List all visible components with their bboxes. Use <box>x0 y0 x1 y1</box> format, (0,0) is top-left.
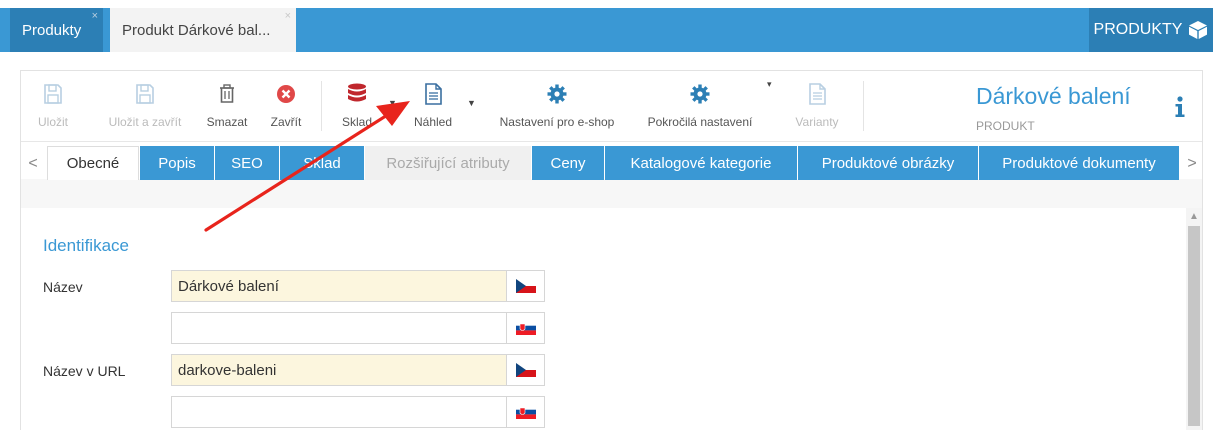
eshop-settings-label: Nastavení pro e-shop <box>499 115 615 129</box>
advanced-settings-label: Pokročilá nastavení <box>647 115 753 129</box>
tab-rozsirujici-atributy[interactable]: Rozšiřující atributy <box>365 146 531 180</box>
top-tab-label: Produkty <box>22 21 82 39</box>
slovak-flag-button[interactable] <box>507 312 545 344</box>
czech-flag-icon <box>515 279 536 293</box>
vertical-scrollbar[interactable]: ▲ <box>1186 208 1202 430</box>
slovak-flag-button[interactable] <box>507 396 545 428</box>
top-tab-bar: Produkty × Produkt Dárkové bal... × PROD… <box>0 8 1213 52</box>
module-title-label: PRODUKTY <box>1093 21 1183 38</box>
trash-icon <box>220 84 234 103</box>
close-circle-icon <box>277 85 295 103</box>
tabs-next-arrow[interactable]: > <box>1182 148 1202 180</box>
top-tab-product-detail[interactable]: Produkt Dárkové bal... × <box>110 8 296 52</box>
top-tab-produkty[interactable]: Produkty × <box>10 8 103 52</box>
save-button[interactable]: Uložit <box>35 79 71 137</box>
product-title: Dárkové balení <box>976 83 1131 109</box>
name-input-cz[interactable] <box>171 270 507 302</box>
form-area: Identifikace Název Název v URL <box>21 208 1202 430</box>
gear-icon <box>690 84 710 104</box>
stock-button[interactable]: Sklad <box>337 79 377 137</box>
name-input-sk[interactable] <box>171 312 507 344</box>
chevron-up-icon[interactable]: ▲ <box>1186 208 1202 224</box>
url-input-cz[interactable] <box>171 354 507 386</box>
close-label: Zavřít <box>270 115 302 129</box>
preview-button[interactable]: Náhled <box>409 79 457 137</box>
document-icon <box>809 83 826 105</box>
tab-produktove-dokumenty[interactable]: Produktové dokumenty <box>979 146 1179 180</box>
floppy-icon <box>136 84 154 104</box>
floppy-icon <box>44 84 62 104</box>
slovak-flag-icon <box>515 405 536 419</box>
module-title: PRODUKTY <box>1089 8 1213 52</box>
scrollbar-thumb[interactable] <box>1188 226 1200 426</box>
eshop-settings-button[interactable]: Nastavení pro e-shop <box>491 79 623 137</box>
variants-label: Varianty <box>795 115 839 129</box>
gear-icon <box>547 84 567 104</box>
preview-label: Náhled <box>413 115 453 129</box>
tabs-prev-arrow[interactable]: < <box>23 148 43 180</box>
tab-produktove-obrazky[interactable]: Produktové obrázky <box>798 146 978 180</box>
chevron-down-icon[interactable]: ▼ <box>467 98 476 108</box>
top-tab-label: Produkt Dárkové bal... <box>122 21 271 39</box>
chevron-down-icon[interactable]: ▾ <box>767 79 772 90</box>
advanced-settings-button[interactable]: Pokročilá nastavení <box>639 79 761 137</box>
save-close-label: Uložit a zavřít <box>108 115 182 129</box>
toolbar-separator <box>863 81 864 131</box>
toolbar-separator <box>321 81 322 131</box>
product-subtitle: PRODUKT <box>976 119 1035 133</box>
section-tab-bar: < Obecné Popis SEO Sklad Rozšiřující atr… <box>21 141 1202 180</box>
czech-flag-button[interactable] <box>507 270 545 302</box>
tab-obecne[interactable]: Obecné <box>47 146 139 180</box>
tab-ceny[interactable]: Ceny <box>532 146 604 180</box>
section-title-identifikace: Identifikace <box>43 236 129 255</box>
delete-label: Smazat <box>206 115 248 129</box>
name-label: Název <box>43 279 83 295</box>
delete-button[interactable]: Smazat <box>201 79 253 137</box>
toolbar: Uložit Uložit a zavřít Smazat Zavřít Skl… <box>21 71 1202 141</box>
tab-seo[interactable]: SEO <box>215 146 279 180</box>
tab-popis[interactable]: Popis <box>140 146 214 180</box>
close-icon[interactable]: × <box>92 11 98 22</box>
czech-flag-icon <box>515 363 536 377</box>
close-icon[interactable]: × <box>285 11 291 22</box>
database-icon <box>348 83 366 102</box>
czech-flag-button[interactable] <box>507 354 545 386</box>
document-icon <box>425 83 442 105</box>
info-icon[interactable] <box>1173 95 1187 119</box>
save-close-button[interactable]: Uložit a zavřít <box>101 79 189 137</box>
url-label: Název v URL <box>43 363 126 379</box>
stock-label: Sklad <box>341 115 373 129</box>
save-label: Uložit <box>37 115 68 129</box>
app-window: Produkty × Produkt Dárkové bal... × PROD… <box>0 0 1213 430</box>
chevron-down-icon[interactable]: ▼ <box>388 98 397 108</box>
tab-katalogove-kategorie[interactable]: Katalogové kategorie <box>605 146 797 180</box>
slovak-flag-icon <box>515 321 536 335</box>
tab-sklad[interactable]: Sklad <box>280 146 364 180</box>
product-panel: Uložit Uložit a zavřít Smazat Zavřít Skl… <box>20 70 1203 430</box>
url-input-sk[interactable] <box>171 396 507 428</box>
cube-icon <box>1189 21 1208 39</box>
variants-button[interactable]: Varianty <box>787 79 847 137</box>
close-button[interactable]: Zavřít <box>265 79 307 137</box>
